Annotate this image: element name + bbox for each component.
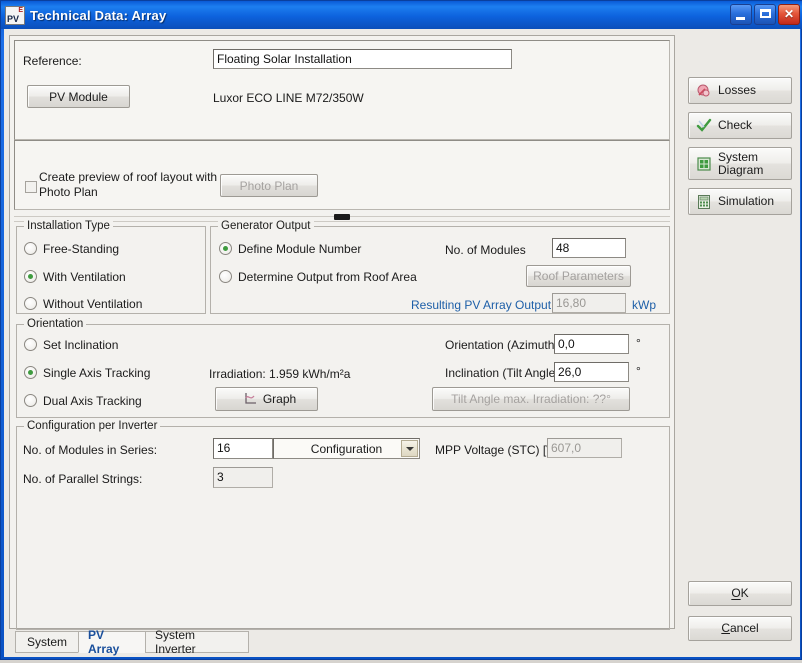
radio-dual-axis-tracking[interactable]: [24, 394, 37, 407]
pv-array-panel: Reference: Floating Solar Installation P…: [9, 35, 675, 630]
chevron-down-icon[interactable]: [401, 440, 418, 457]
check-button[interactable]: Check: [688, 112, 792, 139]
configuration-per-inverter-group: Configuration per Inverter No. of Module…: [16, 420, 670, 630]
installation-type-group: Installation Type Free-Standing With Ven…: [16, 220, 206, 314]
reference-input[interactable]: Floating Solar Installation: [213, 49, 512, 69]
modules-in-series-input[interactable]: 16: [213, 438, 273, 459]
tilt-unit: °: [636, 364, 641, 378]
ok-button-label: OK: [731, 586, 749, 600]
label-set-inclination: Set Inclination: [43, 338, 119, 352]
photo-plan-label-line2: Photo Plan: [39, 185, 98, 199]
installation-type-legend: Installation Type: [24, 220, 113, 232]
cancel-button-label: Cancel: [721, 621, 759, 635]
simulation-button[interactable]: Simulation: [688, 188, 792, 215]
parallel-strings-input[interactable]: 3: [213, 467, 273, 488]
azimuth-unit: °: [636, 336, 641, 350]
photo-plan-checkbox[interactable]: [25, 181, 37, 193]
cancel-button[interactable]: Cancel: [688, 616, 792, 641]
tilt-input[interactable]: 26,0: [554, 362, 629, 382]
no-of-modules-label: No. of Modules: [445, 243, 526, 257]
label-define-module-number: Define Module Number: [238, 242, 362, 256]
system-diagram-label: System Diagram: [718, 149, 764, 177]
photo-plan-label-line1: Create preview of roof layout with: [39, 170, 218, 184]
azimuth-label: Orientation (Azimuth): [445, 338, 559, 352]
pv-module-button[interactable]: PV Module: [27, 85, 130, 108]
tab-strip: System PV Array System Inverter: [9, 628, 675, 656]
resulting-array-output-label: Resulting PV Array Output: [411, 298, 552, 312]
pv-module-value: Luxor ECO LINE M72/350W: [213, 91, 364, 105]
simulation-calculator-icon: [696, 194, 712, 210]
system-diagram-label-line2: Diagram: [718, 162, 764, 177]
radio-define-module-number[interactable]: [219, 242, 232, 255]
configuration-dropdown-label: Configuration: [310, 441, 383, 456]
minimize-button[interactable]: [730, 4, 752, 25]
configuration-dropdown[interactable]: Configuration: [273, 438, 420, 459]
photo-plan-button[interactable]: Photo Plan: [220, 174, 318, 197]
application-window: PV E Technical Data: Array ✕ Reference: F…: [0, 0, 802, 660]
losses-icon: [696, 83, 712, 99]
label-determine-output-roof-area: Determine Output from Roof Area: [238, 270, 417, 284]
orientation-legend: Orientation: [24, 318, 87, 330]
parallel-strings-label: No. of Parallel Strings:: [23, 472, 143, 486]
label-with-ventilation: With Ventilation: [43, 270, 126, 284]
label-dual-axis-tracking: Dual Axis Tracking: [43, 394, 142, 408]
graph-button-label: Graph: [262, 392, 297, 406]
radio-determine-output-roof-area[interactable]: [219, 270, 232, 283]
pv-logo-icon: PV E: [5, 5, 25, 25]
tilt-max-irradiation-button[interactable]: Tilt Angle max. Irradiation: ??°: [432, 387, 630, 411]
ok-button[interactable]: OK: [688, 581, 792, 606]
check-label: Check: [718, 118, 753, 132]
splitter-grip[interactable]: [334, 214, 350, 220]
losses-label: Losses: [718, 83, 757, 97]
radio-set-inclination[interactable]: [24, 338, 37, 351]
generator-output-group: Generator Output Define Module Number De…: [210, 220, 670, 314]
window-title: Technical Data: Array: [30, 7, 167, 23]
resulting-array-output-value: 16,80: [552, 293, 626, 313]
close-icon[interactable]: ✕: [778, 4, 800, 25]
resulting-array-output-unit: kWp: [632, 298, 656, 312]
photo-plan-section: Create preview of roof layout with Photo…: [14, 140, 670, 210]
client-area: Reference: Floating Solar Installation P…: [4, 29, 800, 657]
radio-with-ventilation[interactable]: [24, 270, 37, 283]
simulation-label: Simulation: [718, 194, 775, 208]
label-free-standing: Free-Standing: [43, 242, 120, 256]
tilt-label: Inclination (Tilt Angle): [445, 366, 560, 380]
maximize-button[interactable]: [754, 4, 776, 25]
mpp-voltage-value: 607,0: [547, 438, 622, 458]
mpp-voltage-label: MPP Voltage (STC) [V]:: [435, 443, 561, 457]
tab-system-inverter[interactable]: System Inverter: [145, 628, 249, 656]
generator-output-legend: Generator Output: [218, 220, 314, 232]
reference-label: Reference:: [23, 54, 82, 68]
action-sidebar: Losses Check System Diagram Simulation O…: [685, 35, 795, 663]
check-icon: [696, 118, 712, 134]
losses-button[interactable]: Losses: [688, 77, 792, 104]
graph-button[interactable]: Graph: [215, 387, 318, 411]
azimuth-input[interactable]: 0,0: [554, 334, 629, 354]
modules-in-series-label: No. of Modules in Series:: [23, 443, 158, 457]
orientation-group: Orientation Set Inclination Single Axis …: [16, 318, 670, 418]
no-of-modules-input[interactable]: 48: [552, 238, 626, 258]
title-bar: PV E Technical Data: Array ✕: [1, 1, 802, 29]
tab-pv-array[interactable]: PV Array: [78, 628, 146, 656]
radio-free-standing[interactable]: [24, 242, 37, 255]
label-single-axis-tracking: Single Axis Tracking: [43, 366, 151, 380]
system-diagram-icon: [696, 156, 712, 172]
system-diagram-label-line1: System: [718, 149, 759, 164]
system-diagram-button[interactable]: System Diagram: [688, 147, 792, 180]
irradiation-value: Irradiation: 1.959 kWh/m²a: [209, 367, 351, 381]
configuration-legend: Configuration per Inverter: [24, 420, 161, 432]
graph-icon: [243, 392, 257, 406]
tab-system[interactable]: System: [15, 631, 79, 653]
window-controls: ✕: [730, 4, 800, 25]
radio-without-ventilation[interactable]: [24, 297, 37, 310]
reference-section: Reference: Floating Solar Installation P…: [14, 40, 670, 140]
label-without-ventilation: Without Ventilation: [43, 297, 143, 311]
roof-parameters-button[interactable]: Roof Parameters: [526, 265, 631, 287]
radio-single-axis-tracking[interactable]: [24, 366, 37, 379]
